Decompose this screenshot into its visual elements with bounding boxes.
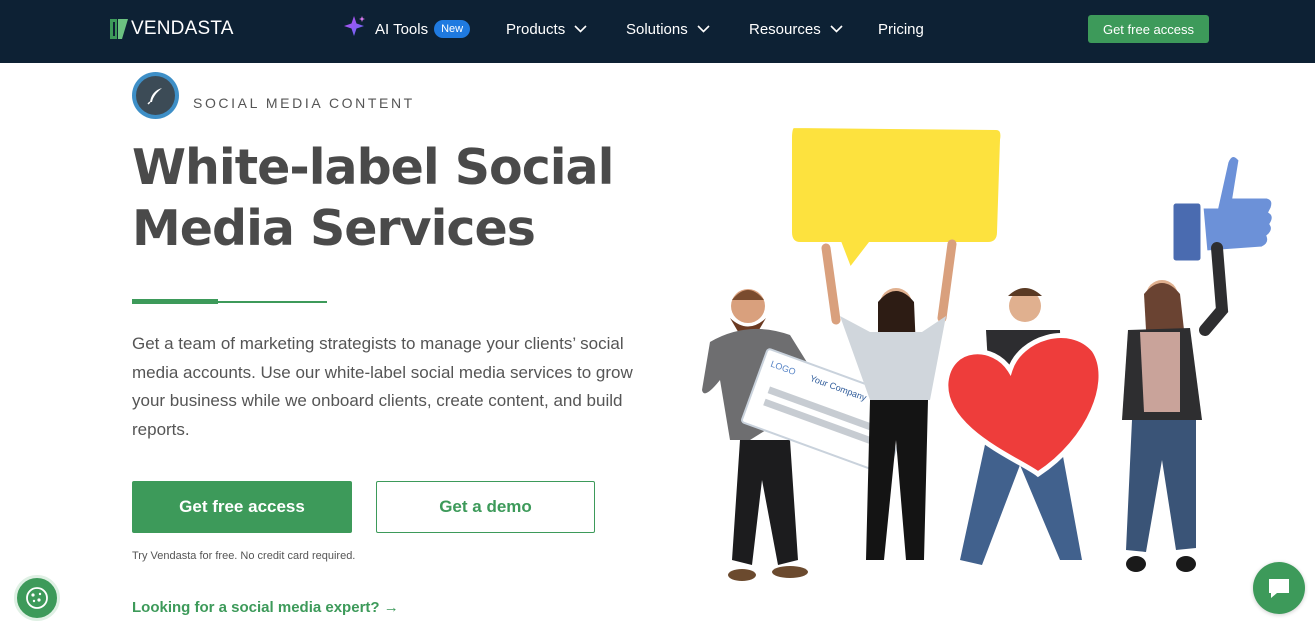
feather-badge-icon xyxy=(132,72,179,119)
get-free-access-button[interactable]: Get free access xyxy=(132,481,352,533)
nav-solutions-label: Solutions xyxy=(626,20,688,38)
vendasta-logo-icon xyxy=(110,19,128,39)
nav-products[interactable]: Products xyxy=(506,19,588,39)
nav-pricing-label: Pricing xyxy=(878,20,924,38)
cookie-icon xyxy=(26,587,48,609)
nav-resources[interactable]: Resources xyxy=(749,19,844,39)
heart-icon xyxy=(943,333,1104,478)
feather-badge-inner xyxy=(136,76,175,115)
chat-button[interactable] xyxy=(1253,562,1305,614)
title-divider xyxy=(132,299,327,304)
nav-resources-label: Resources xyxy=(749,20,821,38)
nav-solutions[interactable]: Solutions xyxy=(626,19,711,39)
page-title: White-label Social Media Services xyxy=(132,137,692,259)
sparkle-icon xyxy=(344,16,365,36)
nav-products-label: Products xyxy=(506,20,566,38)
nav-get-free-access-button[interactable]: Get free access xyxy=(1088,15,1209,43)
nav-pricing[interactable]: Pricing xyxy=(878,19,924,39)
hero-description: Get a team of marketing strategists to m… xyxy=(132,334,633,439)
page-title-line1: White-label Social xyxy=(132,139,614,196)
chat-bubble-icon xyxy=(1269,579,1289,598)
feather-icon xyxy=(146,87,162,105)
eyebrow-label: SOCIAL MEDIA CONTENT xyxy=(193,95,415,111)
new-badge: New xyxy=(434,20,471,38)
get-a-demo-button[interactable]: Get a demo xyxy=(376,481,595,533)
vendasta-logo[interactable]: VENDASTA xyxy=(110,18,234,40)
chevron-down-icon xyxy=(830,25,843,33)
chevron-down-icon xyxy=(574,25,587,33)
top-navigation: VENDASTA AI Tools New Products Solutions… xyxy=(0,0,1315,63)
page-title-line2: Media Services xyxy=(132,200,536,257)
social-media-expert-link[interactable]: Looking for a social media expert? → xyxy=(132,599,399,616)
hero-illustration: LOGO Your Company xyxy=(702,123,1275,581)
no-credit-card-note: Try Vendasta for free. No credit card re… xyxy=(132,550,356,562)
person-4-illustration xyxy=(1122,242,1229,572)
logo-text: VENDASTA xyxy=(131,18,234,39)
cookie-settings-button[interactable] xyxy=(14,575,60,621)
nav-ai-tools-label: AI Tools xyxy=(375,20,429,38)
nav-ai-tools[interactable]: AI Tools New xyxy=(343,16,471,39)
chevron-down-icon xyxy=(697,25,710,33)
